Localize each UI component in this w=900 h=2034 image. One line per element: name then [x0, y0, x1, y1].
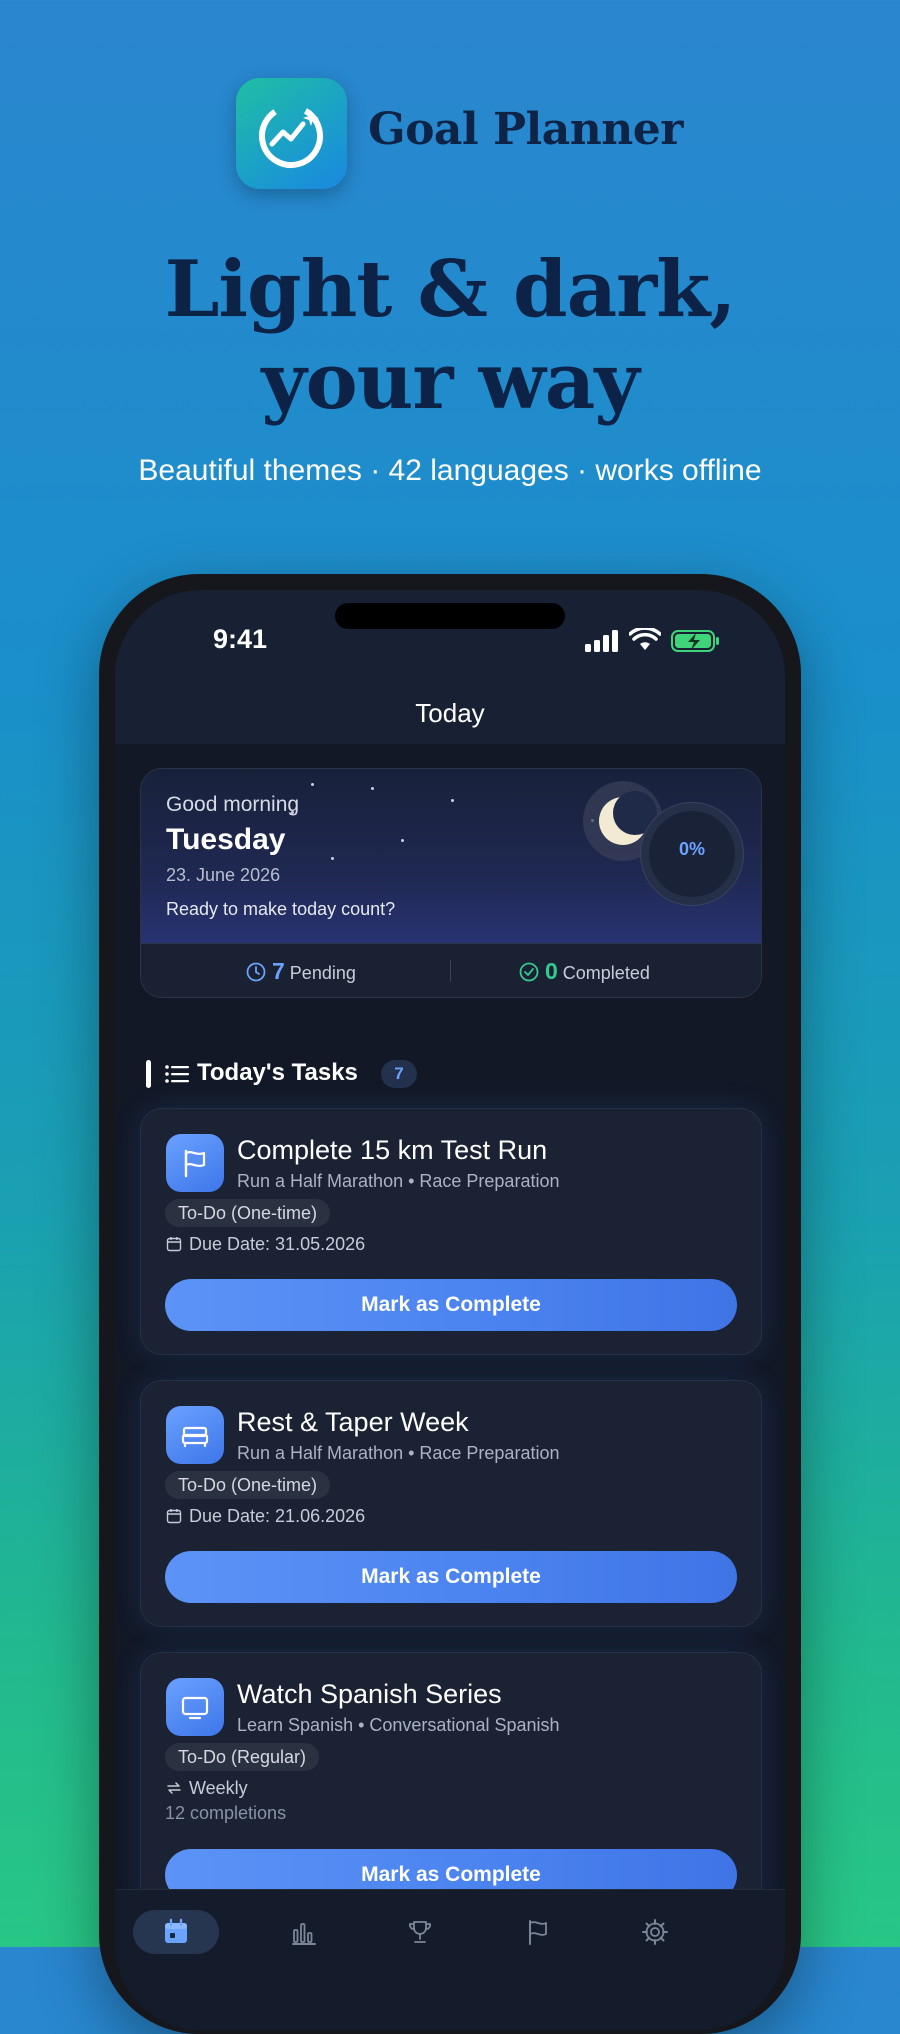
nav-bar: 9:41 Today [115, 590, 785, 744]
wifi-icon [629, 628, 661, 650]
calendar-small-icon [166, 1509, 182, 1524]
greeting-hello: Good morning [166, 793, 300, 816]
tab-statistics[interactable] [260, 1910, 346, 1954]
tv-icon [181, 1696, 209, 1720]
pending-stat: 7 Pending [246, 958, 356, 984]
gear-icon [642, 1919, 668, 1945]
greeting-day: Tuesday [166, 823, 286, 856]
phone-screen: 9:41 Today Good morning Tuesday 23. June… [115, 590, 785, 2030]
daily-progress-ring: 0% [649, 811, 735, 897]
greeting-banner: Good morning Tuesday 23. June 2026 Ready… [141, 769, 761, 943]
task-title: Rest & Taper Week [237, 1407, 469, 1437]
bed-icon [181, 1426, 209, 1448]
pending-label: Pending [289, 963, 356, 983]
task-title: Watch Spanish Series [237, 1679, 502, 1709]
stats-divider [450, 960, 451, 982]
greeting-card: Good morning Tuesday 23. June 2026 Ready… [140, 768, 762, 998]
flag-icon [184, 1149, 206, 1178]
task-subtitle: Learn Spanish • Conversational Spanish [237, 1715, 560, 1735]
task-card[interactable]: Watch Spanish Series Learn Spanish • Con… [140, 1652, 762, 1914]
task-recurrence: Weekly [165, 1778, 248, 1799]
tab-today[interactable] [133, 1910, 219, 1954]
calendar-icon [165, 1918, 187, 1943]
goal-planner-logo-icon [259, 104, 323, 168]
greeting-stats: 7 Pending 0 Completed [141, 943, 761, 997]
headline-line-1: Light & dark, [164, 244, 737, 335]
task-title: Complete 15 km Test Run [237, 1135, 548, 1165]
task-type-pill: To-Do (Regular) [165, 1743, 320, 1771]
task-due-date-text: Due Date: 21.06.2026 [189, 1506, 366, 1526]
status-time: 9:41 [213, 624, 268, 654]
task-type-pill: To-Do (One-time) [165, 1471, 331, 1499]
task-recurrence-text: Weekly [189, 1778, 248, 1798]
section-accent-bar [146, 1060, 151, 1088]
check-circle-icon [519, 962, 539, 982]
cellular-signal-icon [585, 630, 618, 652]
tab-goals[interactable] [495, 1910, 581, 1954]
task-card[interactable]: Complete 15 km Test Run Run a Half Marat… [140, 1108, 762, 1355]
headline: Light & dark, your way [0, 244, 900, 428]
tab-bar [115, 1889, 785, 2030]
app-name: Goal Planner [368, 104, 683, 155]
mark-complete-button[interactable]: Mark as Complete [165, 1279, 737, 1331]
task-icon-tile [166, 1678, 224, 1736]
app-logo [236, 78, 347, 189]
dynamic-island [335, 603, 565, 629]
tab-settings[interactable] [612, 1910, 698, 1954]
task-icon-tile [166, 1134, 224, 1192]
calendar-small-icon [166, 1237, 182, 1252]
task-type-pill: To-Do (One-time) [165, 1199, 331, 1227]
tab-achievements[interactable] [377, 1910, 463, 1954]
nav-title: Today [415, 698, 485, 728]
headline-line-2: your way [261, 336, 639, 427]
repeat-icon [167, 1782, 181, 1794]
subline: Beautiful themes · 42 languages · works … [138, 454, 762, 487]
section-title: Today's Tasks [197, 1059, 358, 1086]
bar-chart-icon [292, 1923, 316, 1945]
completed-count: 0 [545, 958, 558, 984]
task-card[interactable]: Rest & Taper Week Run a Half Marathon • … [140, 1380, 762, 1627]
task-icon-tile [166, 1406, 224, 1464]
greeting-tagline: Ready to make today count? [166, 899, 396, 919]
completed-label: Completed [562, 963, 650, 983]
list-icon [165, 1065, 189, 1083]
flag-icon [529, 1920, 547, 1945]
battery-charging-icon [671, 630, 719, 652]
completed-stat: 0 Completed [519, 958, 650, 984]
task-due-date: Due Date: 21.06.2026 [165, 1506, 365, 1527]
trophy-icon [409, 1921, 431, 1943]
task-subtitle: Run a Half Marathon • Race Preparation [237, 1443, 560, 1463]
clock-icon [246, 962, 266, 982]
status-icons [585, 628, 725, 654]
task-due-date-text: Due Date: 31.05.2026 [189, 1234, 366, 1254]
task-count-badge: 7 [381, 1060, 417, 1088]
task-due-date: Due Date: 31.05.2026 [165, 1234, 365, 1255]
pending-count: 7 [272, 958, 285, 984]
greeting-date: 23. June 2026 [166, 865, 281, 885]
daily-progress-value: 0% [678, 839, 705, 859]
task-completions: 12 completions [165, 1803, 287, 1823]
task-subtitle: Run a Half Marathon • Race Preparation [237, 1171, 560, 1191]
mark-complete-button[interactable]: Mark as Complete [165, 1551, 737, 1603]
